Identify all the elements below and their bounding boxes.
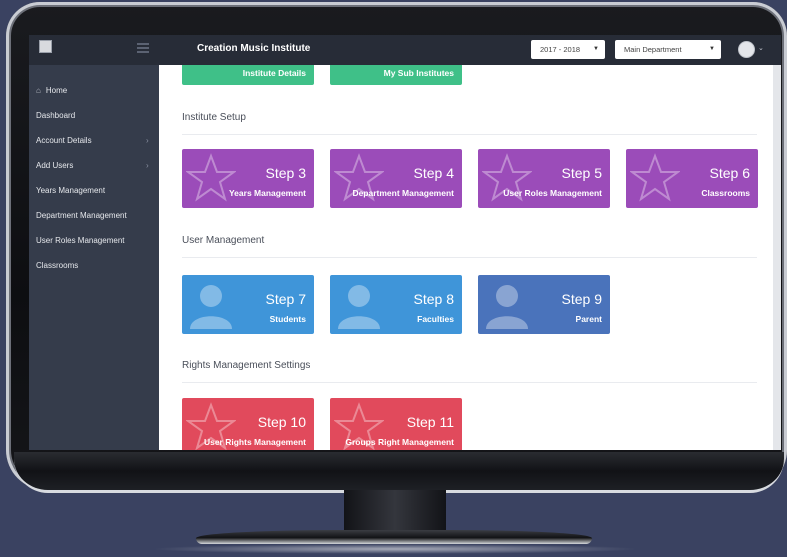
card-label: User Rights Management [203, 437, 306, 447]
sidebar-item-home[interactable]: ⌂ Home [36, 86, 67, 95]
card-step-number: Step 9 [561, 291, 602, 307]
monitor-chin [14, 452, 784, 493]
sidebar-item-label: Years Management [36, 186, 106, 195]
chevron-right-icon: › [146, 136, 149, 145]
card-label: User Roles Management [503, 188, 602, 198]
caret-down-icon: ▼ [709, 46, 715, 52]
sidebar-item-add-users[interactable]: Add Users › [36, 161, 156, 170]
card-step-11[interactable]: Step 11 Groups Right Management [330, 398, 462, 450]
card-institute-details[interactable]: Institute Details [182, 65, 314, 85]
card-step-4[interactable]: Step 4 Department Management [330, 149, 462, 208]
card-label: Years Management [228, 188, 306, 198]
scrollbar[interactable] [773, 65, 781, 450]
year-select-value: 2017 - 2018 [540, 45, 581, 54]
card-step-number: Step 8 [413, 291, 454, 307]
hamburger-menu-icon[interactable] [137, 43, 149, 53]
sidebar-item-dashboard[interactable]: Dashboard [36, 111, 75, 120]
card-label: Institute Details [242, 68, 306, 78]
app-title: Creation Music Institute [197, 43, 311, 54]
card-step-9[interactable]: Step 9 Parent [478, 275, 610, 334]
card-step-5[interactable]: Step 5 User Roles Management [478, 149, 610, 208]
section-divider [182, 382, 757, 383]
section-divider [182, 257, 757, 258]
card-label: My Sub Institutes [383, 68, 454, 78]
monitor-stand-shadow [150, 544, 640, 554]
user-icon [338, 285, 380, 329]
card-label: Department Management [352, 188, 454, 198]
chevron-right-icon: › [146, 161, 149, 170]
chevron-down-icon[interactable]: ⌄ [758, 44, 764, 52]
sidebar: ⌂ Home Dashboard Account Details › Add Us… [29, 65, 159, 450]
sidebar-item-account-details[interactable]: Account Details › [36, 136, 156, 145]
sidebar-item-years-management[interactable]: Years Management [36, 186, 105, 195]
card-label: Students [269, 314, 306, 324]
card-step-number: Step 6 [709, 165, 750, 181]
sidebar-item-label: Home [45, 86, 68, 95]
main-content: Institute Details My Sub Institutes Inst… [159, 65, 773, 450]
sidebar-item-label: Add Users [36, 161, 74, 170]
card-step-number: Step 5 [561, 165, 602, 181]
card-step-number: Step 7 [265, 291, 306, 307]
sidebar-item-department-management[interactable]: Department Management [36, 211, 127, 220]
section-title-institute-setup: Institute Setup [182, 112, 246, 123]
card-step-number: Step 4 [413, 165, 454, 181]
monitor-stand-neck [344, 490, 446, 534]
sidebar-item-label: Department Management [36, 211, 127, 220]
sidebar-item-classrooms[interactable]: Classrooms [36, 261, 78, 270]
card-step-number: Step 11 [406, 414, 454, 430]
section-title-user-management: User Management [182, 235, 265, 246]
card-step-10[interactable]: Step 10 User Rights Management [182, 398, 314, 450]
card-label: Groups Right Management [345, 437, 454, 447]
section-divider [182, 134, 757, 135]
card-step-6[interactable]: Step 6 Classrooms [626, 149, 758, 208]
card-my-sub-institutes[interactable]: My Sub Institutes [330, 65, 462, 85]
card-step-number: Step 3 [265, 165, 306, 181]
card-step-3[interactable]: Step 3 Years Management [182, 149, 314, 208]
department-select-value: Main Department [624, 45, 682, 54]
app-screen: Creation Music Institute 2017 - 2018 ▼ M… [29, 35, 781, 450]
sidebar-item-label: Dashboard [36, 111, 76, 120]
star-icon [630, 153, 680, 202]
card-label: Faculties [417, 314, 454, 324]
card-label: Parent [575, 314, 602, 324]
section-title-rights-management: Rights Management Settings [182, 360, 311, 371]
department-select[interactable]: Main Department ▼ [615, 40, 721, 59]
card-label: Classrooms [701, 188, 750, 198]
sidebar-item-user-roles-management[interactable]: User Roles Management [36, 236, 124, 245]
sidebar-item-label: Classrooms [36, 261, 79, 270]
sidebar-item-label: User Roles Management [36, 236, 125, 245]
card-step-8[interactable]: Step 8 Faculties [330, 275, 462, 334]
user-avatar[interactable] [738, 41, 755, 58]
logo-image-icon[interactable] [39, 40, 52, 53]
year-select[interactable]: 2017 - 2018 ▼ [531, 40, 605, 59]
caret-down-icon: ▼ [593, 46, 599, 52]
card-step-number: Step 10 [257, 414, 306, 430]
home-icon: ⌂ [36, 86, 41, 95]
user-icon [190, 285, 232, 329]
card-step-7[interactable]: Step 7 Students [182, 275, 314, 334]
monitor-stand-base [196, 530, 592, 544]
top-bar: Creation Music Institute 2017 - 2018 ▼ M… [29, 35, 781, 65]
user-icon [486, 285, 528, 329]
sidebar-item-label: Account Details [36, 136, 92, 145]
